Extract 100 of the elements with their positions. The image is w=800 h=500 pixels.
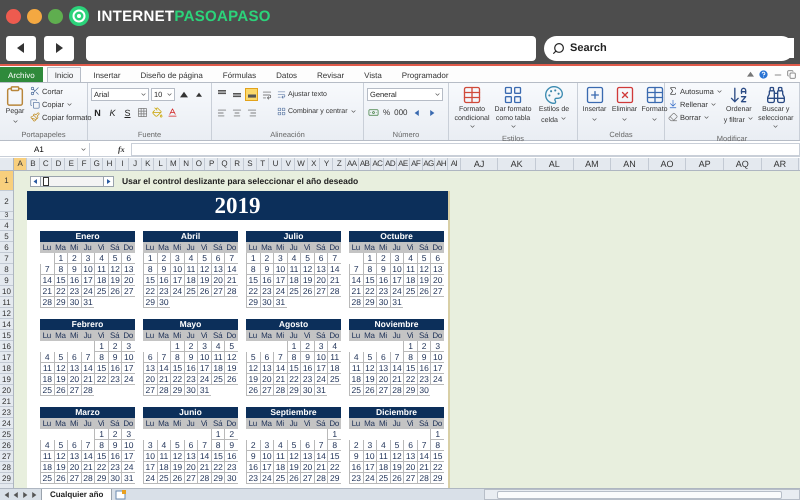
minimize-window-button[interactable] bbox=[27, 8, 42, 24]
search-bar[interactable]: Search bbox=[544, 36, 794, 60]
row-header[interactable]: 21 bbox=[0, 396, 13, 407]
ribbon-tab[interactable]: Programador bbox=[394, 67, 456, 82]
column-header[interactable]: S bbox=[244, 158, 257, 170]
formula-field[interactable] bbox=[130, 142, 800, 156]
forward-button[interactable] bbox=[44, 36, 74, 60]
row-header[interactable]: 19 bbox=[0, 374, 13, 385]
bold-button[interactable]: N bbox=[91, 106, 104, 119]
column-header[interactable]: AP bbox=[686, 158, 724, 170]
row-header[interactable]: 2 bbox=[0, 191, 13, 212]
restore-icon[interactable] bbox=[787, 70, 796, 79]
address-field[interactable] bbox=[86, 36, 536, 60]
row-header[interactable]: 29 bbox=[0, 473, 13, 484]
row-header[interactable]: 16 bbox=[0, 341, 13, 352]
column-header[interactable]: F bbox=[78, 158, 91, 170]
column-header[interactable]: AF bbox=[410, 158, 422, 170]
column-header[interactable]: AC bbox=[371, 158, 384, 170]
row-header[interactable]: 26 bbox=[0, 440, 13, 451]
help-icon[interactable] bbox=[758, 69, 769, 80]
row-header[interactable]: 11 bbox=[0, 297, 13, 308]
column-header[interactable]: Z bbox=[333, 158, 346, 170]
italic-button[interactable]: K bbox=[106, 106, 119, 119]
row-header[interactable]: 24 bbox=[0, 418, 13, 429]
column-header[interactable]: AI bbox=[448, 158, 461, 170]
row-header[interactable]: 12 bbox=[0, 308, 13, 319]
ribbon-tab[interactable]: Inicio bbox=[46, 67, 82, 82]
column-header[interactable]: V bbox=[282, 158, 295, 170]
row-header[interactable]: 10 bbox=[0, 286, 13, 297]
vertical-align-button[interactable] bbox=[245, 88, 258, 101]
row-header[interactable]: 4 bbox=[0, 220, 13, 231]
row-header[interactable]: 1 bbox=[0, 171, 13, 191]
function-label[interactable]: fx bbox=[118, 144, 125, 154]
column-header[interactable]: AG bbox=[422, 158, 436, 170]
slider-right-button[interactable] bbox=[103, 176, 113, 186]
column-header[interactable]: AD bbox=[384, 158, 397, 170]
row-header[interactable]: 27 bbox=[0, 451, 13, 462]
borders-button[interactable] bbox=[136, 106, 149, 119]
row-header[interactable]: 9 bbox=[0, 275, 13, 286]
thousands-button[interactable]: 000 bbox=[393, 106, 408, 119]
column-header[interactable]: M bbox=[167, 158, 180, 170]
slider-left-button[interactable] bbox=[31, 176, 41, 186]
ribbon-tab[interactable]: Revisar bbox=[309, 67, 352, 82]
column-header[interactable]: C bbox=[40, 158, 52, 170]
name-box[interactable]: A1 bbox=[0, 142, 90, 156]
column-header[interactable]: K bbox=[142, 158, 154, 170]
column-header[interactable]: G bbox=[90, 158, 104, 170]
column-header[interactable]: D bbox=[52, 158, 66, 170]
ribbon-tab[interactable]: Datos bbox=[268, 67, 306, 82]
column-header[interactable]: P bbox=[205, 158, 218, 170]
column-header[interactable]: AN bbox=[611, 158, 649, 170]
column-header[interactable]: I bbox=[116, 158, 129, 170]
row-header[interactable]: 23 bbox=[0, 407, 13, 418]
ribbon-tab[interactable]: Fórmulas bbox=[214, 67, 264, 82]
column-header[interactable]: T bbox=[256, 158, 270, 170]
column-header[interactable]: L bbox=[154, 158, 168, 170]
search-field[interactable]: Search bbox=[568, 38, 794, 58]
row-header[interactable]: 7 bbox=[0, 253, 13, 264]
horizontal-scrollbar[interactable] bbox=[484, 489, 800, 500]
column-header[interactable]: AH bbox=[435, 158, 448, 170]
row-header[interactable]: 17 bbox=[0, 352, 13, 363]
column-header[interactable]: AL bbox=[536, 158, 574, 170]
new-sheet-icon[interactable] bbox=[115, 490, 128, 500]
font-color-button[interactable] bbox=[166, 106, 179, 119]
close-window-button[interactable] bbox=[6, 8, 21, 24]
column-header[interactable]: H bbox=[103, 158, 116, 170]
column-header[interactable]: J bbox=[128, 158, 142, 170]
row-header[interactable]: 18 bbox=[0, 363, 13, 374]
maximize-window-button[interactable] bbox=[48, 8, 63, 24]
column-header[interactable]: W bbox=[294, 158, 308, 170]
underline-button[interactable]: S bbox=[121, 106, 134, 119]
row-header[interactable]: 20 bbox=[0, 385, 13, 396]
row-header[interactable]: 15 bbox=[0, 330, 13, 341]
column-header[interactable]: O bbox=[192, 158, 206, 170]
ribbon-tab[interactable]: Archivo bbox=[0, 67, 43, 82]
column-header[interactable]: AK bbox=[498, 158, 536, 170]
column-header[interactable]: AE bbox=[396, 158, 410, 170]
column-header[interactable]: U bbox=[269, 158, 282, 170]
row-header[interactable]: 28 bbox=[0, 462, 13, 473]
column-header[interactable]: AO bbox=[648, 158, 686, 170]
row-header[interactable]: 6 bbox=[0, 242, 13, 253]
fill-color-button[interactable] bbox=[151, 106, 164, 119]
column-header[interactable]: AJ bbox=[460, 158, 498, 170]
row-header[interactable]: 8 bbox=[0, 264, 13, 275]
back-button[interactable] bbox=[6, 36, 36, 60]
slider-thumb[interactable] bbox=[42, 176, 49, 186]
sheet-tab[interactable]: Cualquier año bbox=[41, 488, 112, 500]
column-header[interactable]: B bbox=[26, 158, 40, 170]
column-header[interactable]: AQ bbox=[724, 158, 762, 170]
column-header[interactable]: Y bbox=[320, 158, 334, 170]
ribbon-tab[interactable]: Vista bbox=[356, 67, 390, 82]
percent-button[interactable]: % bbox=[382, 106, 392, 119]
row-header[interactable]: 25 bbox=[0, 429, 13, 440]
column-header[interactable]: A bbox=[14, 158, 27, 170]
row-header[interactable]: 14 bbox=[0, 319, 13, 330]
column-header[interactable]: E bbox=[65, 158, 78, 170]
column-header[interactable]: AA bbox=[346, 158, 359, 170]
ribbon-tab[interactable]: Diseño de página bbox=[132, 67, 211, 82]
column-header[interactable]: AM bbox=[574, 158, 612, 170]
column-header[interactable]: AB bbox=[358, 158, 372, 170]
